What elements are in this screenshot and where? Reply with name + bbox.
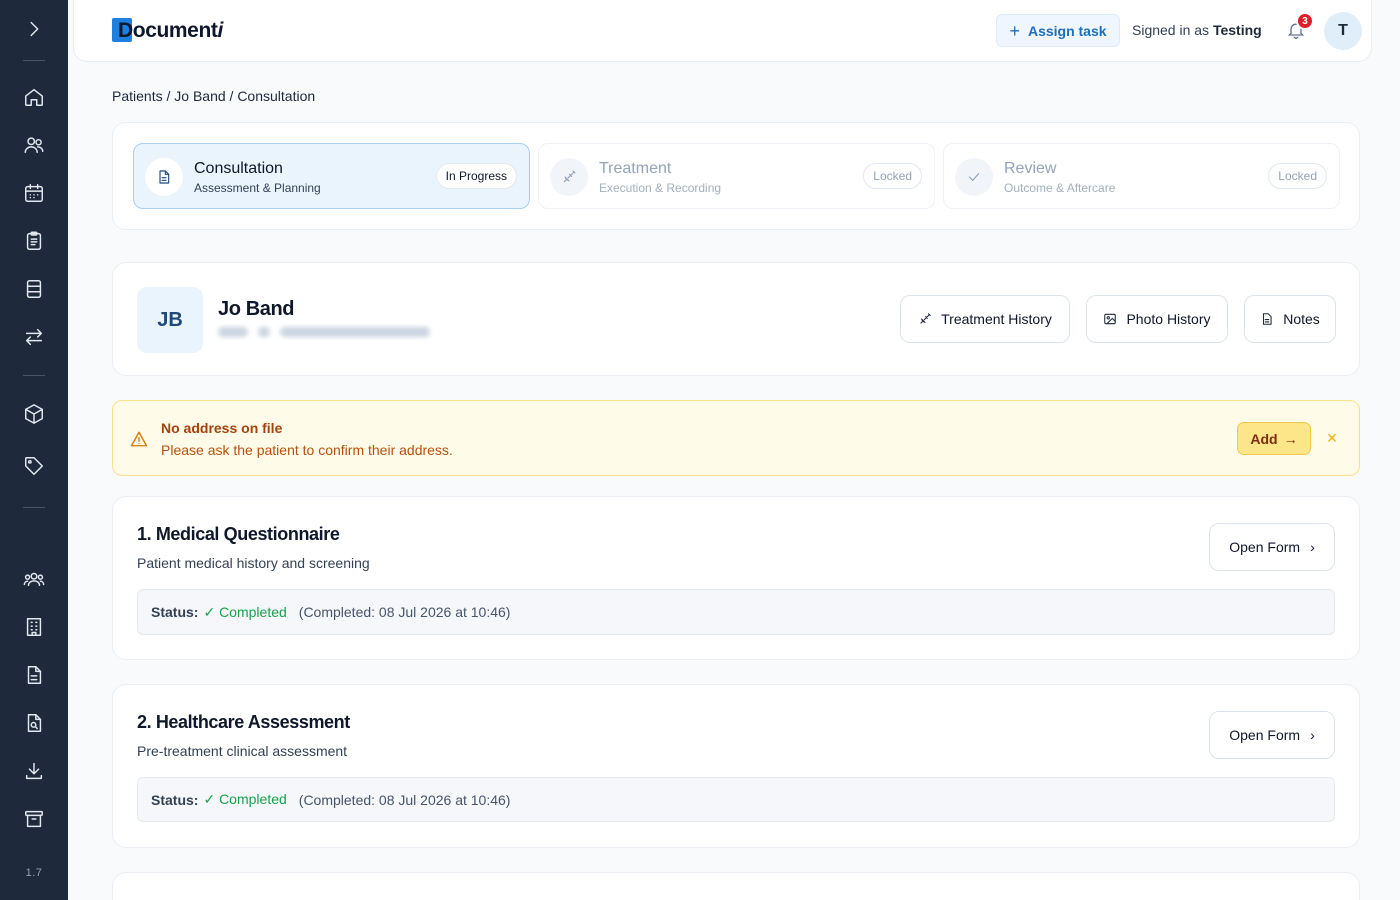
status-label: Status:: [151, 604, 199, 620]
step-status-badge: Locked: [863, 163, 922, 189]
box-icon[interactable]: [22, 402, 46, 426]
sidebar: 1.7: [0, 0, 68, 900]
archive-icon[interactable]: [22, 807, 46, 831]
building-icon[interactable]: [22, 615, 46, 639]
status-label: Status:: [151, 791, 199, 808]
chevron-right-icon: ›: [1310, 727, 1315, 743]
step-status-badge: In Progress: [435, 163, 517, 189]
assign-task-label: Assign task: [1027, 22, 1107, 39]
arrows-swap-icon[interactable]: [22, 325, 46, 349]
plus-icon: +: [1009, 20, 1020, 41]
form-subtitle: Pre-treatment clinical assessment: [137, 743, 348, 759]
signed-in-text: Signed in as Testing: [1132, 22, 1262, 38]
breadcrumb-patients[interactable]: Patients: [112, 88, 163, 104]
step-subtitle: Outcome & Aftercare: [1004, 181, 1116, 195]
top-header: Documenti + Assign task Signed in as Tes…: [73, 0, 1372, 62]
open-form-button[interactable]: Open Form ›: [1209, 711, 1335, 759]
alert-title: No address on file: [161, 420, 283, 436]
treatment-history-button[interactable]: Treatment History: [900, 295, 1070, 343]
patient-name: Jo Band: [218, 298, 295, 320]
layout-icon[interactable]: [22, 277, 46, 301]
file-search-icon[interactable]: [22, 711, 46, 735]
breadcrumb-current: Consultation: [237, 88, 316, 104]
step-consultation[interactable]: Consultation Assessment & Planning In Pr…: [133, 143, 530, 209]
syringe-icon: [550, 158, 588, 196]
step-title: Consultation: [194, 160, 283, 177]
document-icon: [145, 158, 183, 196]
app-version: 1.7: [25, 867, 43, 879]
form-status: Status: ✓ Completed (Completed: 08 Jul 2…: [137, 589, 1335, 635]
step-title: Review: [1004, 160, 1057, 177]
status-value: ✓ Completed: [203, 603, 287, 620]
workflow-steps: Consultation Assessment & Planning In Pr…: [112, 122, 1360, 230]
breadcrumb-separator: /: [229, 88, 234, 104]
breadcrumb-patient[interactable]: Jo Band: [174, 88, 225, 104]
form-status: Status: ✓ Completed (Completed: 08 Jul 2…: [137, 777, 1335, 822]
arrow-right-icon: →: [1283, 430, 1298, 447]
status-date: (Completed: 08 Jul 2026 at 10:46): [298, 604, 511, 620]
image-icon: [1104, 313, 1117, 325]
photo-history-label: Photo History: [1126, 311, 1211, 327]
home-icon[interactable]: [22, 85, 46, 109]
add-address-button[interactable]: Add →: [1237, 422, 1311, 455]
step-subtitle: Execution & Recording: [599, 181, 722, 195]
open-form-label: Open Form: [1229, 539, 1301, 555]
users-icon[interactable]: [22, 133, 46, 157]
address-alert: No address on file Please ask the patien…: [112, 400, 1360, 476]
sidebar-divider: [23, 60, 45, 61]
sidebar-divider: [23, 507, 45, 508]
step-review[interactable]: Review Outcome & Aftercare Locked: [943, 143, 1340, 209]
close-icon[interactable]: ×: [1323, 428, 1341, 448]
open-form-label: Open Form: [1229, 727, 1301, 743]
form-card-next: [112, 872, 1360, 900]
signed-in-user: Testing: [1212, 22, 1262, 38]
breadcrumb: Patients / Jo Band / Consultation: [112, 88, 315, 104]
status-date: (Completed: 08 Jul 2026 at 10:46): [298, 791, 511, 808]
step-subtitle: Assessment & Planning: [194, 181, 321, 195]
patient-avatar: JB: [137, 287, 203, 353]
group-icon[interactable]: [22, 567, 46, 591]
breadcrumb-separator: /: [166, 88, 171, 104]
step-treatment[interactable]: Treatment Execution & Recording Locked: [538, 143, 935, 209]
form-card-healthcare-assessment: 2. Healthcare Assessment Pre-treatment c…: [112, 684, 1360, 848]
assign-task-button[interactable]: + Assign task: [996, 14, 1120, 47]
file-icon[interactable]: [22, 663, 46, 687]
notifications-bell[interactable]: 3: [1286, 12, 1314, 42]
notification-count-badge: 3: [1296, 12, 1314, 30]
tag-icon[interactable]: [22, 454, 46, 478]
app-logo[interactable]: Documenti: [112, 18, 223, 44]
photo-history-button[interactable]: Photo History: [1086, 295, 1228, 343]
treatment-history-label: Treatment History: [941, 311, 1052, 327]
syringe-icon: [920, 313, 931, 324]
notes-label: Notes: [1283, 311, 1320, 327]
open-form-button[interactable]: Open Form ›: [1209, 523, 1335, 571]
user-avatar[interactable]: T: [1324, 12, 1362, 50]
check-icon: [955, 158, 993, 196]
chevron-right-icon[interactable]: [22, 17, 46, 41]
calendar-icon[interactable]: [22, 181, 46, 205]
chevron-right-icon: ›: [1310, 539, 1315, 555]
form-title: 2. Healthcare Assessment: [137, 712, 350, 732]
logo-text: Documenti: [118, 19, 223, 42]
warning-icon: [130, 430, 150, 450]
add-address-label: Add: [1250, 430, 1278, 447]
patient-details-redacted: [218, 327, 430, 337]
status-value: ✓ Completed: [203, 791, 287, 807]
form-subtitle: Patient medical history and screening: [137, 555, 370, 571]
form-title: 1. Medical Questionnaire: [137, 524, 340, 544]
step-title: Treatment: [599, 160, 672, 177]
form-card-medical-questionnaire: 1. Medical Questionnaire Patient medical…: [112, 496, 1360, 660]
notes-button[interactable]: Notes: [1244, 295, 1336, 343]
download-icon[interactable]: [22, 759, 46, 783]
note-icon: [1263, 313, 1272, 325]
patient-card: JB Jo Band Treatment History Photo Histo…: [112, 262, 1360, 376]
step-status-badge: Locked: [1268, 163, 1327, 189]
clipboard-icon[interactable]: [22, 229, 46, 253]
sidebar-divider: [23, 375, 45, 376]
alert-message: Please ask the patient to confirm their …: [161, 442, 453, 458]
